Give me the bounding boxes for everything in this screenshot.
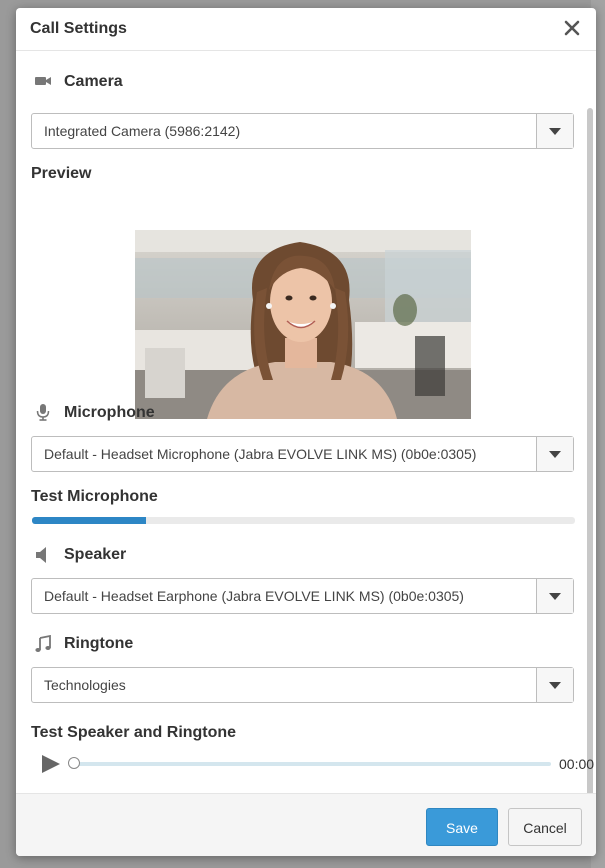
dialog-header: Call Settings <box>16 8 596 51</box>
camera-select[interactable]: Integrated Camera (5986:2142) <box>31 113 574 149</box>
test-speaker-label: Test Speaker and Ringtone <box>31 724 237 741</box>
save-button[interactable]: Save <box>426 808 498 846</box>
call-settings-dialog: Call Settings Camera Integrated Camera (… <box>16 8 596 856</box>
chevron-down-icon[interactable] <box>536 668 573 702</box>
dialog-footer: Save Cancel <box>16 793 596 856</box>
camera-icon <box>35 77 51 85</box>
microphone-icon <box>36 404 50 421</box>
microphone-label: Microphone <box>64 404 155 421</box>
microphone-level-fill <box>32 517 147 524</box>
camera-select-value: Integrated Camera (5986:2142) <box>44 123 241 139</box>
chevron-down-icon[interactable] <box>536 579 573 613</box>
camera-label: Camera <box>64 73 123 90</box>
camera-preview-image <box>135 230 471 419</box>
microphone-select-value: Default - Headset Microphone (Jabra EVOL… <box>44 446 477 462</box>
music-note-icon <box>35 635 51 652</box>
seek-thumb[interactable] <box>68 757 80 769</box>
audio-player: 00:00 <box>31 753 595 775</box>
microphone-select[interactable]: Default - Headset Microphone (Jabra EVOL… <box>31 436 574 472</box>
preview-label: Preview <box>31 165 92 182</box>
chevron-down-icon[interactable] <box>536 114 573 148</box>
test-microphone-label: Test Microphone <box>31 488 158 505</box>
play-icon[interactable] <box>40 753 62 775</box>
chevron-down-icon[interactable] <box>536 437 573 471</box>
scrollbar[interactable] <box>587 108 593 793</box>
speaker-select-value: Default - Headset Earphone (Jabra EVOLVE… <box>44 588 464 604</box>
seek-bar[interactable] <box>73 762 551 766</box>
dialog-body: Camera Integrated Camera (5986:2142) Pre… <box>16 52 596 793</box>
cancel-button[interactable]: Cancel <box>508 808 582 846</box>
ringtone-select[interactable]: Technologies <box>31 667 574 703</box>
close-icon[interactable] <box>562 18 582 38</box>
microphone-level-meter <box>32 517 575 524</box>
time-display: 00:00 <box>559 756 595 772</box>
ringtone-select-value: Technologies <box>44 677 126 693</box>
speaker-select[interactable]: Default - Headset Earphone (Jabra EVOLVE… <box>31 578 574 614</box>
ringtone-label: Ringtone <box>64 635 134 652</box>
speaker-label: Speaker <box>64 546 127 563</box>
speaker-icon <box>36 547 46 563</box>
dialog-title: Call Settings <box>30 20 127 37</box>
